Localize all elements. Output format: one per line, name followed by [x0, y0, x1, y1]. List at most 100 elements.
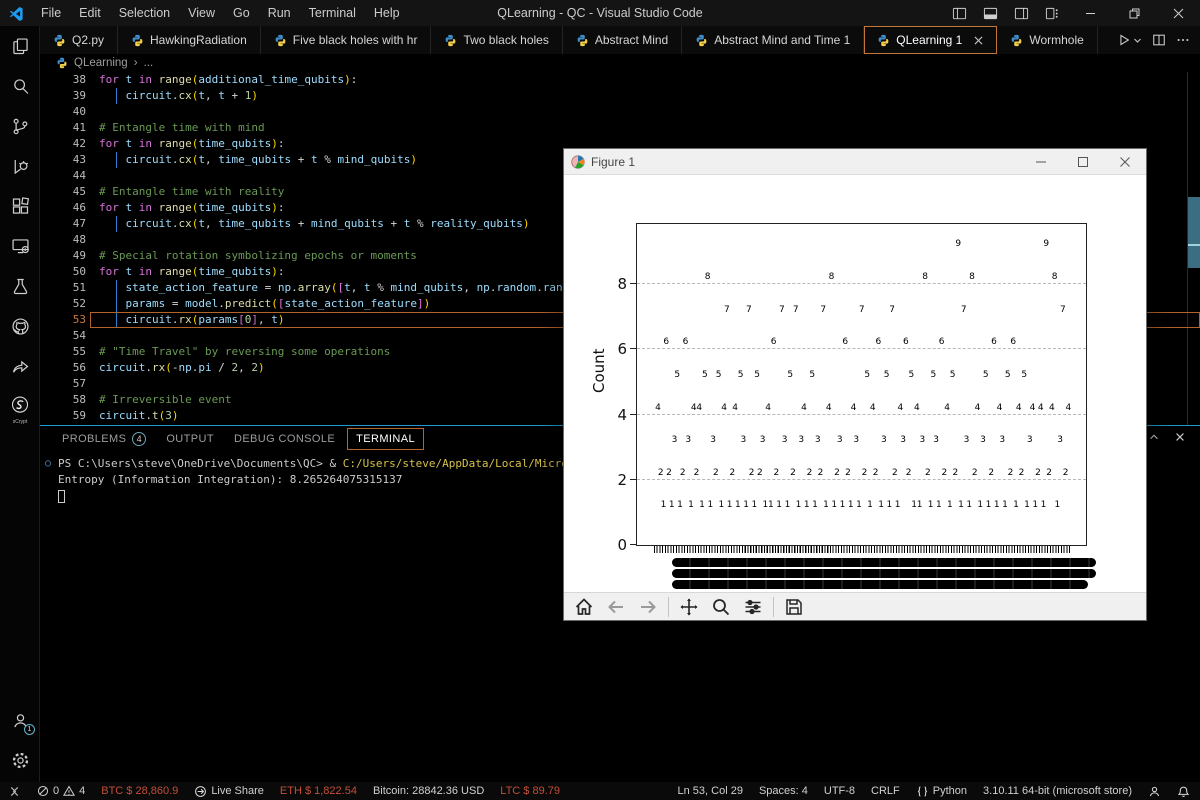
- status-item-btc-28-860-9[interactable]: BTC $ 28,860.9: [101, 785, 178, 797]
- menu-edit[interactable]: Edit: [71, 3, 109, 23]
- toggle-secondary-sidebar-icon[interactable]: [1006, 2, 1037, 25]
- scrypt-icon[interactable]: sCrypt: [0, 386, 40, 426]
- code-line-38[interactable]: 38 for t in range(additional_time_qubits)…: [40, 72, 1200, 88]
- breadcrumb-more[interactable]: ...: [144, 57, 154, 69]
- run-debug-icon[interactable]: [0, 146, 40, 186]
- status-item[interactable]: [1148, 785, 1161, 798]
- figure-minimize-button[interactable]: [1020, 149, 1062, 175]
- histogram-bar: [877, 349, 879, 545]
- split-editor-icon[interactable]: [1152, 33, 1166, 47]
- code-line-39[interactable]: 39 circuit.cx(t, t + 1): [40, 88, 1200, 104]
- histogram-bar: [753, 512, 755, 545]
- pan-icon[interactable]: [677, 595, 701, 619]
- status-item-crlf[interactable]: CRLF: [871, 785, 900, 797]
- panel-tab-terminal[interactable]: TERMINAL: [347, 428, 424, 450]
- code-line-41[interactable]: 41 # Entangle time with mind: [40, 120, 1200, 136]
- figure-close-button[interactable]: [1104, 149, 1146, 175]
- toggle-panel-icon[interactable]: [975, 2, 1006, 25]
- tab-abstract-mind[interactable]: Abstract Mind: [562, 26, 683, 54]
- close-panel-icon[interactable]: [1174, 431, 1186, 443]
- status-item[interactable]: 04: [37, 785, 85, 797]
- figure-title-bar[interactable]: Figure 1: [564, 149, 1146, 175]
- menu-go[interactable]: Go: [225, 3, 258, 23]
- panel-tab-problems[interactable]: PROBLEMS 4: [54, 428, 154, 450]
- code-line-40[interactable]: 40: [40, 104, 1200, 120]
- forward-icon[interactable]: [636, 595, 660, 619]
- menu-terminal[interactable]: Terminal: [301, 3, 364, 23]
- status-item-utf-8[interactable]: UTF-8: [824, 785, 855, 797]
- histogram-bar: [1034, 512, 1036, 545]
- menu-file[interactable]: File: [33, 3, 69, 23]
- restore-button[interactable]: [1112, 0, 1156, 26]
- close-tab-icon[interactable]: [974, 36, 983, 45]
- breadcrumb[interactable]: QLearning › ...: [40, 54, 1200, 72]
- source-control-icon[interactable]: [0, 106, 40, 146]
- tab-abstract-mind-and-time-1[interactable]: Abstract Mind and Time 1: [682, 26, 865, 54]
- command-decoration-icon: ○: [45, 458, 52, 469]
- save-icon[interactable]: [782, 595, 806, 619]
- tab-hawkingradiation[interactable]: HawkingRadiation: [118, 26, 261, 54]
- tab-label: QLearning 1: [896, 33, 963, 47]
- status-item-bitcoin-28842-36-usd[interactable]: Bitcoin: 28842.36 USD: [373, 785, 484, 797]
- histogram-bar: [767, 415, 769, 546]
- live-share-icon[interactable]: [0, 346, 40, 386]
- status-item-eth-1-822-54[interactable]: ETH $ 1,822.54: [280, 785, 357, 797]
- home-icon[interactable]: [572, 595, 596, 619]
- minimize-button[interactable]: [1068, 0, 1112, 26]
- bar-value-label: 5: [883, 369, 890, 380]
- menu-selection[interactable]: Selection: [111, 3, 178, 23]
- histogram-bar: [698, 415, 700, 546]
- bar-value-label: 6: [1010, 337, 1017, 348]
- panel-tab-output[interactable]: OUTPUT: [158, 429, 222, 449]
- status-item-ln-53-col-29[interactable]: Ln 53, Col 29: [678, 785, 743, 797]
- remote-explorer-icon[interactable]: [0, 226, 40, 266]
- menu-run[interactable]: Run: [260, 3, 299, 23]
- run-python-button[interactable]: [1117, 33, 1142, 47]
- github-icon[interactable]: [0, 306, 40, 346]
- histogram-bar: [811, 382, 813, 545]
- explorer-icon[interactable]: [0, 26, 40, 66]
- zoom-rect-icon[interactable]: [709, 595, 733, 619]
- figure-maximize-button[interactable]: [1062, 149, 1104, 175]
- status-item-spaces-4[interactable]: Spaces: 4: [759, 785, 808, 797]
- histogram-bar: [982, 447, 984, 545]
- tab-label: Abstract Mind and Time 1: [714, 33, 851, 47]
- problems-badge: 4: [132, 432, 147, 446]
- status-item-live-share[interactable]: Live Share: [194, 785, 264, 798]
- editor-scrollbar[interactable]: [1188, 197, 1200, 268]
- histogram-bar: [979, 512, 981, 545]
- breadcrumb-file[interactable]: QLearning: [74, 57, 128, 69]
- customize-layout-icon[interactable]: [1037, 2, 1068, 25]
- tab-two-black-holes[interactable]: Two black holes: [431, 26, 563, 54]
- panel-tab-debug-console[interactable]: DEBUG CONSOLE: [226, 429, 343, 449]
- histogram-bar: [1067, 415, 1069, 546]
- status-item-python[interactable]: Python: [916, 785, 967, 798]
- tab-label: Q2.py: [72, 33, 105, 47]
- figure-toolbar: [564, 592, 1146, 620]
- search-icon[interactable]: [0, 66, 40, 106]
- back-icon[interactable]: [604, 595, 628, 619]
- status-item-3-10-11-64-bit-micro[interactable]: 3.10.11 64-bit (microsoft store): [983, 785, 1132, 797]
- account-badge: 1: [24, 724, 35, 735]
- histogram-bar: [712, 447, 714, 545]
- menu-view[interactable]: View: [180, 3, 223, 23]
- tab-qlearning-1[interactable]: QLearning 1: [864, 26, 998, 54]
- extensions-icon[interactable]: [0, 186, 40, 226]
- settings-gear-icon[interactable]: [0, 740, 40, 780]
- configure-subplots-icon[interactable]: [741, 595, 765, 619]
- tab-wormhole[interactable]: Wormhole: [997, 26, 1098, 54]
- more-actions-icon[interactable]: [1176, 33, 1190, 47]
- tab-five-black-holes-with-hr[interactable]: Five black holes with hr: [260, 26, 432, 54]
- testing-icon[interactable]: [0, 266, 40, 306]
- status-item[interactable]: [1177, 785, 1190, 798]
- status-item-ltc-89-79[interactable]: LTC $ 89.79: [500, 785, 560, 797]
- bar-value-label: 7: [746, 304, 752, 315]
- menu-help[interactable]: Help: [366, 3, 408, 23]
- tab-q2-py[interactable]: Q2.py: [40, 26, 119, 54]
- toggle-sidebar-icon[interactable]: [944, 2, 975, 25]
- close-window-button[interactable]: [1156, 0, 1200, 26]
- maximize-panel-icon[interactable]: [1148, 431, 1160, 443]
- histogram-bar: [825, 512, 827, 545]
- status-item[interactable]: [8, 785, 21, 798]
- account-icon[interactable]: 1: [0, 700, 40, 740]
